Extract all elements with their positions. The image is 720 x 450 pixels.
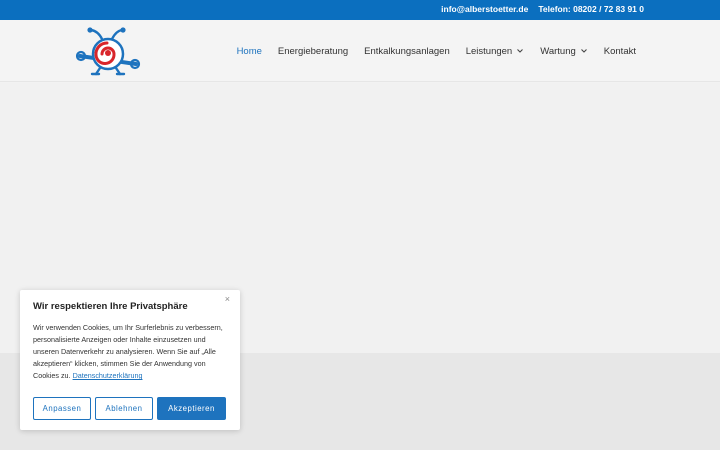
nav-item-label: Wartung [540,45,576,57]
nav-item-home[interactable]: Home [237,46,262,57]
site-header: Home Energieberatung Entkalkungsanlagen … [0,20,720,82]
reject-button[interactable]: Ablehnen [95,397,153,420]
close-icon[interactable]: × [225,294,230,304]
nav-item-entkalkungsanlagen[interactable]: Entkalkungsanlagen [364,46,450,57]
contact-info: info@alberstoetter.de Telefon: 08202 / 72… [441,4,644,14]
accept-button[interactable]: Akzeptieren [157,397,226,420]
nav-item-label: Leistungen [465,45,513,57]
nav-item-leistungen[interactable]: Leistungen [466,46,524,57]
cookie-text: Wir verwenden Cookies, um Ihr Surferlebn… [33,322,227,382]
chevron-down-icon [580,49,587,53]
phone-number[interactable]: Telefon: 08202 / 72 83 91 0 [538,4,644,14]
email-link[interactable]: info@alberstoetter.de [441,4,528,14]
customize-button[interactable]: Anpassen [33,397,91,420]
top-bar: info@alberstoetter.de Telefon: 08202 / 72… [0,0,720,20]
main-navigation: Home Energieberatung Entkalkungsanlagen … [221,20,636,82]
cookie-buttons: Anpassen Ablehnen Akzeptieren [33,397,226,420]
nav-item-kontakt[interactable]: Kontakt [604,46,636,57]
nav-item-energieberatung[interactable]: Energieberatung [278,46,348,57]
cookie-title: Wir respektieren Ihre Privatsphäre [33,301,188,312]
company-logo[interactable] [76,26,142,76]
nav-item-wartung[interactable]: Wartung [540,46,588,57]
cookie-consent-dialog: × Wir respektieren Ihre Privatsphäre Wir… [20,290,240,430]
privacy-policy-link[interactable]: Datenschutzerklärung [73,371,143,380]
chevron-down-icon [517,49,524,53]
